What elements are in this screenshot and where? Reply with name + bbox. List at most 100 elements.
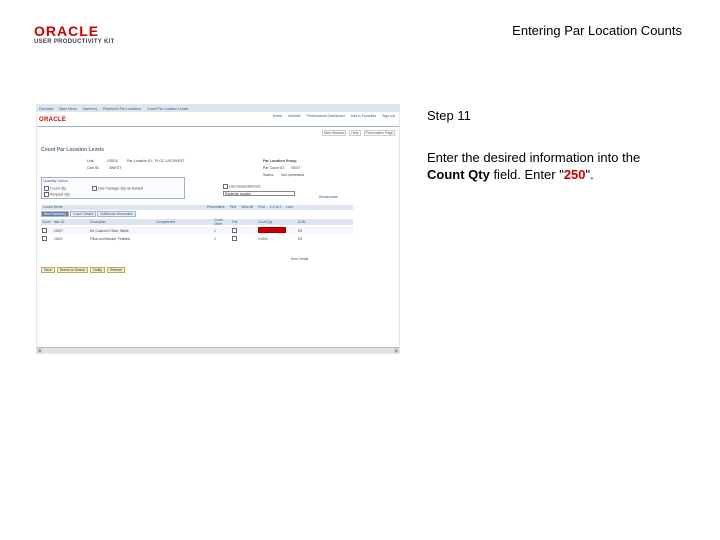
col-compartment: Compartment <box>156 220 176 224</box>
new-window-link[interactable]: New Window <box>321 130 347 136</box>
count-qty-input-highlighted[interactable] <box>258 227 286 233</box>
app-header: ORACLE Home Worklist Performance Dashboa… <box>37 112 399 127</box>
recalculate-link[interactable]: Recalculate <box>319 195 338 199</box>
par-count-value: NEXT <box>291 166 301 170</box>
app-screenshot: Favorites Main Menu Inventory Replenish … <box>36 104 400 354</box>
oracle-upk-logo: ORACLE USER PRODUCTIVITY KIT <box>34 24 115 45</box>
radio-icon[interactable] <box>44 186 49 191</box>
horizontal-scrollbar[interactable]: ◂ ▸ <box>37 347 399 353</box>
quantity-option-group: Quantity Option Count Qty Use Package Qt… <box>41 177 185 199</box>
col-count: Count <box>42 220 51 224</box>
grid-view-all-link[interactable]: View All <box>241 205 253 209</box>
row-count-order: 2 <box>214 236 216 241</box>
col-count-qty: Count Qty <box>258 220 273 224</box>
nav-favorites[interactable]: Favorites <box>39 107 53 111</box>
row-item-id: 10007 <box>54 228 63 233</box>
instruction-value: 250 <box>563 167 586 182</box>
checkbox-icon[interactable] <box>223 184 228 189</box>
par-location-label: Par Location ID: <box>127 159 153 163</box>
refresh-button[interactable]: Refresh <box>107 267 125 273</box>
table-row: 10007 Kit, Custom IV Start, Sterile 1 EA <box>41 227 353 234</box>
grid-first-link[interactable]: First <box>258 205 265 209</box>
request-qty-label: Request Qty <box>50 192 70 197</box>
count-qty-option[interactable]: Count Qty <box>44 186 66 191</box>
par-group-label: Par Location Group <box>263 159 297 163</box>
col-description: Description <box>90 220 106 224</box>
checkbox-icon[interactable] <box>42 228 47 233</box>
item-detail-link[interactable]: Item Detail <box>291 257 308 261</box>
logo-brand: ORACLE <box>34 23 100 39</box>
count-qty-option-label: Count Qty <box>50 186 67 191</box>
grid-title: Count Items <box>41 205 353 210</box>
row-count-order: 1 <box>214 228 216 233</box>
notify-button[interactable]: Notify <box>90 267 106 273</box>
app-brand-logo: ORACLE <box>39 117 67 123</box>
tab-additional-info[interactable]: Additional Information <box>97 211 137 217</box>
checkbox-icon[interactable] <box>232 228 237 233</box>
col-count-order: Count Order <box>214 218 223 226</box>
help-link[interactable]: Help <box>349 130 361 136</box>
row-item-id: 10001 <box>54 236 63 241</box>
use-package-option[interactable]: Use Package Qty as Default <box>92 186 143 191</box>
save-button[interactable]: Save <box>41 267 55 273</box>
nav-replenish[interactable]: Replenish Par Locations <box>103 107 141 111</box>
nav-inventory[interactable]: Inventory <box>83 107 97 111</box>
nav-main-menu[interactable]: Main Menu <box>59 107 76 111</box>
replenishment-select[interactable]: Replenish location <box>223 191 295 196</box>
logo-product: USER PRODUCTIVITY KIT <box>34 39 115 45</box>
instruction-field: Count Qty <box>427 167 490 182</box>
checkbox-icon[interactable] <box>232 236 237 241</box>
grid-range: 1-2 of 2 <box>269 205 282 209</box>
count-qty-input[interactable]: 0.0000 <box>257 237 297 241</box>
tab-item-summary[interactable]: Item Summary <box>41 211 70 217</box>
radio-icon[interactable] <box>44 192 49 197</box>
header-link-home[interactable]: Home <box>273 114 282 118</box>
header-link-dashboard[interactable]: Performance Dashboard <box>307 114 345 118</box>
grid-tabs: Item Summary Count Details Additional In… <box>41 211 137 217</box>
step-instruction: Enter the desired information into the C… <box>427 149 677 183</box>
col-full: Full <box>232 220 238 224</box>
unit-value: US010 <box>107 159 118 163</box>
checkbox-icon[interactable] <box>92 186 97 191</box>
quantity-option-title: Quantity Option <box>43 179 68 183</box>
scroll-left-icon[interactable]: ◂ <box>37 348 42 353</box>
tab-count-details[interactable]: Count Details <box>70 211 97 217</box>
header-link-signout[interactable]: Sign out <box>382 114 395 118</box>
col-uom: UOM <box>298 220 306 224</box>
cart-id-value: 3WEST <box>109 166 122 170</box>
grid-find-link[interactable]: Find <box>230 205 237 209</box>
status-label: Status: <box>263 173 275 177</box>
use-replenishment-check[interactable]: Use Replenishment <box>223 184 260 189</box>
personalize-page-link[interactable]: Personalize Page <box>363 130 395 136</box>
request-qty-option[interactable]: Request Qty <box>44 192 70 197</box>
unit-label: Unit: <box>87 159 95 163</box>
row-uom: EA <box>298 236 303 241</box>
row-uom: EA <box>298 228 303 233</box>
row-description: Pillow and Blanket, Pediatric <box>90 236 131 241</box>
par-location-value: PLOC-US-3WEST <box>155 159 185 163</box>
grid-last-link[interactable]: Last <box>286 205 292 209</box>
step-label: Step 11 <box>427 108 471 123</box>
grid-navigation: Personalize Find View All First 1-2 of 2… <box>207 205 293 209</box>
instruction-pre: Enter the desired information into the <box>427 150 641 165</box>
cart-id-label: Cart ID: <box>87 166 100 170</box>
document-title: Entering Par Location Counts <box>512 23 682 38</box>
page-title: Count Par Location Levels <box>41 147 105 153</box>
nav-count-par[interactable]: Count Par Location Levels <box>147 107 188 111</box>
par-count-label: Par Count ID: <box>263 166 285 170</box>
header-link-favorites[interactable]: Add to Favorites <box>351 114 376 118</box>
checkbox-icon[interactable] <box>42 236 47 241</box>
grid-personalize-link[interactable]: Personalize <box>207 205 225 209</box>
instruction-mid: field. Enter " <box>489 167 564 182</box>
table-row: 10001 Pillow and Blanket, Pediatric 2 0.… <box>41 235 353 242</box>
use-package-label: Use Package Qty as Default <box>98 186 144 191</box>
header-link-worklist[interactable]: Worklist <box>288 114 300 118</box>
return-to-search-button[interactable]: Return to Search <box>56 267 89 273</box>
row-description: Kit, Custom IV Start, Sterile <box>90 228 129 233</box>
instruction-post: ". <box>585 167 594 182</box>
page-buttons: Save Return to Search Notify Refresh <box>41 267 125 273</box>
status-value: Not processed <box>281 173 305 177</box>
scroll-right-icon[interactable]: ▸ <box>394 348 399 353</box>
grid-header: Count Item ID Description Compartment Co… <box>41 218 353 226</box>
col-item-id: Item ID <box>54 220 65 224</box>
